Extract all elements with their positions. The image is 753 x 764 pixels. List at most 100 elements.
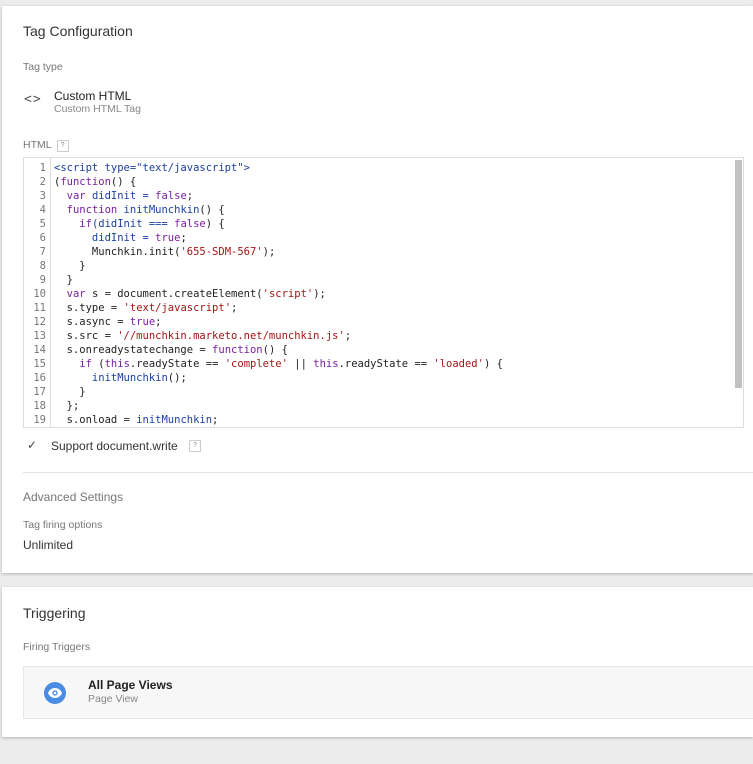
code-token: ) {	[205, 218, 225, 230]
code-token: s.type =	[54, 302, 124, 314]
code-brackets-icon: <>	[24, 92, 42, 107]
code-token: }	[54, 274, 73, 286]
line-number: 7	[39, 246, 46, 258]
code-token: 'complete'	[224, 358, 288, 370]
code-token: this	[313, 358, 339, 370]
line-number: 10	[33, 288, 46, 300]
code-token: this	[104, 358, 130, 370]
code-token: (	[91, 358, 105, 370]
line-number: 4	[39, 204, 46, 216]
code-token: );	[313, 288, 326, 300]
code-line: 7 Munchkin.init('655-SDM-567');	[24, 245, 743, 259]
code-token: function	[60, 176, 111, 188]
code-token: Munchkin.init(	[54, 246, 181, 258]
code-token: didInit =	[54, 232, 156, 244]
help-icon[interactable]: ?	[56, 140, 69, 152]
code-token: ) {	[483, 358, 503, 370]
code-text: s.onload = initMunchkin;	[54, 413, 219, 427]
code-text: (function() {	[54, 175, 136, 189]
code-token: .readyState ==	[338, 358, 434, 370]
code-line: 12 s.async = true;	[24, 315, 743, 329]
code-token: ;	[186, 190, 194, 202]
code-line: 18 };	[24, 399, 743, 413]
line-number: 6	[39, 232, 46, 244]
code-text: };	[54, 399, 80, 413]
eye-icon	[44, 682, 66, 704]
code-token: didInit =	[85, 190, 156, 202]
code-token: false	[155, 190, 187, 202]
trigger-type: Page View	[88, 693, 139, 705]
editor-scrollbar[interactable]	[735, 160, 742, 388]
divider	[23, 472, 753, 473]
code-text: s.onreadystatechange = function() {	[54, 343, 288, 357]
line-number: 2	[39, 176, 46, 188]
code-line: 8 }	[24, 259, 743, 273]
help-icon[interactable]: ?	[189, 440, 201, 452]
tag-configuration-title: Tag Configuration	[23, 23, 133, 39]
code-token: var	[66, 288, 86, 300]
code-token: ();	[167, 372, 187, 384]
trigger-item-all-page-views[interactable]: All Page Views Page View	[23, 666, 753, 719]
code-line: 6 didInit = true;	[24, 231, 743, 245]
code-text: didInit = true;	[54, 231, 187, 245]
triggering-card: Triggering Firing Triggers All Page View…	[2, 587, 753, 737]
code-token: initMunchkin	[117, 204, 200, 216]
code-token: (didInit ===	[91, 218, 175, 230]
code-token: s.src =	[54, 330, 118, 342]
line-number: 1	[39, 162, 46, 174]
code-line: 13 s.src = '//munchkin.marketo.net/munch…	[24, 329, 743, 343]
code-token: 'script'	[262, 288, 314, 300]
code-token: var	[66, 190, 86, 202]
code-token: true	[155, 232, 181, 244]
checkmark-icon: ✓	[27, 438, 38, 452]
code-text: }	[54, 385, 85, 399]
code-token: ||	[287, 358, 314, 370]
advanced-settings-heading[interactable]: Advanced Settings	[23, 490, 123, 504]
code-text: Munchkin.init('655-SDM-567');	[54, 245, 275, 259]
code-token: initMunchkin	[136, 414, 213, 426]
trigger-name: All Page Views	[88, 678, 173, 692]
code-line: 17 }	[24, 385, 743, 399]
tag-type-description: Custom HTML Tag	[54, 103, 141, 115]
line-number: 18	[33, 400, 46, 412]
line-number: 16	[33, 372, 46, 384]
code-token: );	[262, 246, 276, 258]
code-token: .readyState ==	[129, 358, 225, 370]
tag-firing-options-value: Unlimited	[23, 538, 74, 552]
code-token: s.onreadystatechange =	[54, 344, 213, 356]
line-number: 17	[33, 386, 46, 398]
tag-type-name: Custom HTML	[54, 89, 132, 103]
code-line: 4 function initMunchkin() {	[24, 203, 743, 217]
line-number: 14	[33, 344, 46, 356]
line-number: 13	[33, 330, 46, 342]
line-number: 3	[39, 190, 46, 202]
code-token: () {	[110, 176, 137, 188]
line-number: 11	[33, 302, 46, 314]
code-text: s.async = true;	[54, 315, 162, 329]
code-token: s.onload =	[54, 414, 137, 426]
code-text: if(didInit === false) {	[54, 217, 225, 231]
line-number: 9	[39, 274, 46, 286]
html-code-editor[interactable]: 1 <script type="text/javascript"> 2 (functi…	[23, 157, 744, 428]
code-line: 15 if (this.readyState == 'complete' || …	[24, 357, 743, 371]
code-line: 5 if(didInit === false) {	[24, 217, 743, 231]
code-token: ;	[212, 414, 219, 426]
code-token: s.async =	[54, 316, 130, 328]
tag-configuration-card: Tag Configuration Tag type <> Custom HTM…	[2, 6, 753, 573]
code-token: ;	[231, 302, 238, 314]
code-token: };	[54, 400, 80, 412]
code-text: var didInit = false;	[54, 189, 193, 203]
code-line: 9 }	[24, 273, 743, 287]
code-token: () {	[199, 204, 225, 216]
line-number: 12	[33, 316, 46, 328]
code-token: function	[212, 344, 263, 356]
code-token: 'text/javascript'	[123, 302, 232, 314]
code-line: 10 var s = document.createElement('scrip…	[24, 287, 743, 301]
code-token: true	[129, 316, 156, 328]
html-label: HTML?	[23, 139, 69, 152]
code-lines: 1 <script type="text/javascript"> 2 (functi…	[24, 161, 743, 427]
